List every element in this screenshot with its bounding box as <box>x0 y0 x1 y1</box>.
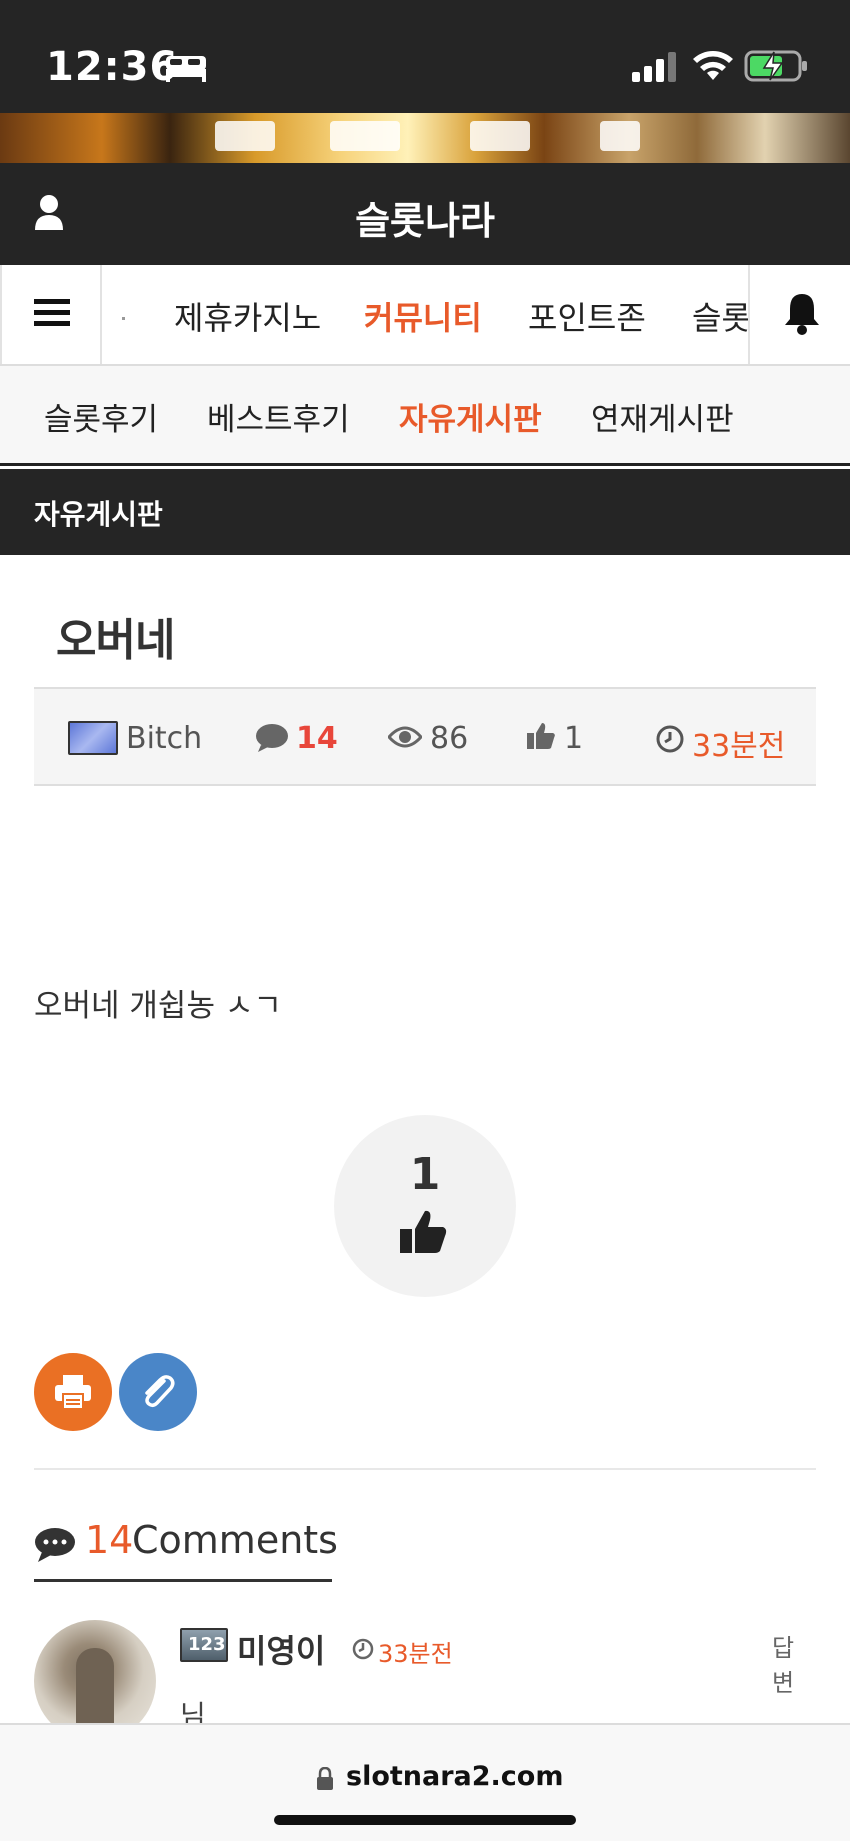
browser-url-bar[interactable]: slotnara2.com <box>0 1723 850 1841</box>
post-like-count: 1 <box>564 721 584 756</box>
site-banner-image[interactable] <box>0 113 850 163</box>
comments-heading: 14 Comments <box>34 1512 338 1582</box>
print-button[interactable] <box>34 1353 112 1431</box>
site-title[interactable]: 슬롯나라 <box>0 190 850 245</box>
banner-decoration <box>600 121 640 151</box>
banner-decoration <box>470 121 530 151</box>
banner-decoration <box>330 121 400 151</box>
subtab-slot-review[interactable]: 슬롯후기 <box>44 394 158 439</box>
post-meta-bar: Bitch 14 86 1 33분전 <box>34 687 816 786</box>
status-bar: 12:36 <box>0 0 850 113</box>
comment-time: 33분전 <box>378 1640 453 1668</box>
paperclip-icon <box>145 1375 175 1408</box>
post-author[interactable]: Bitch <box>126 721 202 756</box>
comments-count: 14 <box>85 1518 134 1562</box>
tab-slot[interactable]: 슬롯 <box>692 293 748 339</box>
hamburger-menu-icon <box>34 299 70 326</box>
thumbs-up-icon <box>400 1210 447 1253</box>
clock-icon <box>352 1638 374 1660</box>
comments-label: Comments <box>132 1518 338 1562</box>
commenter-level-badge: 123 <box>180 1628 228 1662</box>
main-nav-tabs: 제휴카지노 커뮤니티 포인트존 슬롯 <box>102 265 748 364</box>
tab-partner-casino[interactable]: 제휴카지노 <box>174 293 321 339</box>
like-button-count: 1 <box>409 1149 441 1200</box>
tab-point-zone[interactable]: 포인트존 <box>528 293 646 339</box>
post-view-count: 86 <box>430 721 469 756</box>
thumbs-up-icon <box>527 723 555 749</box>
main-nav: 제휴카지노 커뮤니티 포인트존 슬롯 <box>0 265 850 366</box>
comment-bubble-icon <box>256 724 288 752</box>
attachment-button[interactable] <box>119 1353 197 1431</box>
tab-community[interactable]: 커뮤니티 <box>364 293 482 339</box>
like-button[interactable]: 1 <box>334 1115 516 1297</box>
site-header: 슬롯나라 <box>0 163 850 265</box>
banner-decoration <box>215 121 275 151</box>
section-divider <box>34 1468 816 1470</box>
reply-button[interactable]: 답변 <box>772 1628 816 1698</box>
post-title: 오버네 <box>56 615 175 666</box>
sub-nav: 슬롯후기 베스트후기 자유게시판 연재게시판 <box>0 366 850 466</box>
subtab-serial-board[interactable]: 연재게시판 <box>591 394 734 439</box>
comment-author[interactable]: 미영이 <box>237 1626 325 1672</box>
status-time: 12:36 <box>46 44 179 90</box>
home-indicator[interactable] <box>274 1815 576 1825</box>
wifi-icon <box>693 51 733 80</box>
subtab-best-review[interactable]: 베스트후기 <box>207 394 350 439</box>
author-level-badge <box>68 721 118 755</box>
lock-icon <box>317 1767 333 1790</box>
bell-icon <box>785 294 819 335</box>
clock-icon <box>656 725 684 753</box>
commenter-level-text: 123 <box>188 1634 226 1655</box>
menu-button[interactable] <box>0 265 102 364</box>
post-time: 33분전 <box>692 729 786 764</box>
url-text[interactable]: slotnara2.com <box>346 1761 564 1792</box>
post-comment-count: 14 <box>296 721 338 756</box>
comments-icon <box>35 1528 75 1562</box>
board-title: 자유게시판 <box>34 498 163 531</box>
printer-icon <box>55 1375 91 1410</box>
post-body-text: 오버네 개쉽농 ㅅㄱ <box>34 988 282 1024</box>
cellular-signal-icon <box>632 52 676 82</box>
eye-icon <box>388 726 422 748</box>
notification-button[interactable] <box>748 265 850 364</box>
battery-charging-icon <box>744 50 807 82</box>
sleep-bed-icon <box>166 56 206 82</box>
subtab-free-board[interactable]: 자유게시판 <box>399 394 542 439</box>
board-header: 자유게시판 <box>0 469 850 555</box>
nav-scroll-dot <box>122 317 125 320</box>
